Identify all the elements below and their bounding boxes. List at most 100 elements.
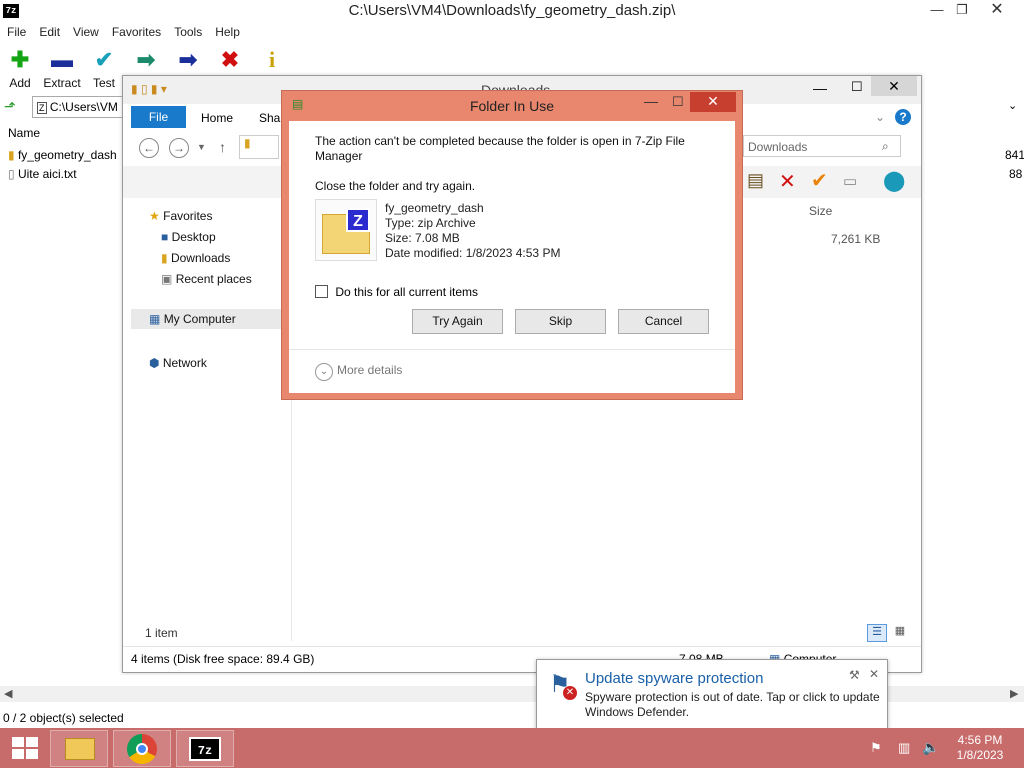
details-view-icon[interactable]: ☰ <box>867 624 887 642</box>
explorer-close-button[interactable]: ✕ <box>871 76 917 96</box>
path-text: C:\Users\VM <box>49 100 118 114</box>
list-item[interactable]: ▮ fy_geometry_dash <box>8 146 117 164</box>
extract-icon: ▬ <box>51 47 73 72</box>
nav-computer[interactable]: ▦ My Computer <box>131 309 281 329</box>
paste-icon[interactable]: ▤ <box>747 170 764 191</box>
network-icon: ⬢ <box>149 356 160 370</box>
nav-recent-label: Recent places <box>175 272 252 286</box>
more-details-toggle[interactable]: ⌄ More details <box>315 363 402 381</box>
up-icon[interactable]: ↑ <box>219 139 226 155</box>
scroll-left-icon[interactable]: ◀ <box>4 687 12 700</box>
column-name[interactable]: Name <box>8 126 40 140</box>
add-icon: ✚ <box>10 47 30 72</box>
toast-close-icon[interactable]: ✕ <box>869 667 879 681</box>
recent-dropdown-icon[interactable]: ▼ <box>197 142 206 152</box>
up-folder-icon[interactable]: ⬏ <box>4 98 16 115</box>
tab-home[interactable]: Home <box>201 111 233 125</box>
file-name: Uite aici.txt <box>17 167 77 181</box>
scroll-right-icon[interactable]: ▶ <box>1010 687 1018 700</box>
explorer-address-bar[interactable]: ▮ <box>239 135 279 159</box>
quick-access-icons[interactable]: ▮ ▯ ▮ ▾ <box>131 82 167 96</box>
menu-favorites[interactable]: Favorites <box>105 22 167 39</box>
delete-icon[interactable]: ✕ <box>779 169 796 194</box>
archive-badge-icon: Z <box>346 208 370 232</box>
windows-logo-icon <box>12 749 24 759</box>
apply-all-option[interactable]: Do this for all current items <box>315 285 478 299</box>
taskbar-7zip-button[interactable]: 7z <box>176 730 234 767</box>
dialog-close-button[interactable]: ✕ <box>690 92 736 112</box>
dialog-maximize-button[interactable]: ☐ <box>672 94 684 110</box>
defender-toast[interactable]: ⚑ ✕ Update spyware protection ⚒ ✕ Spywar… <box>536 659 888 729</box>
downloads-folder-icon: ▮ <box>161 251 168 265</box>
column-size[interactable]: Size <box>809 204 832 218</box>
help-icon[interactable]: ? <box>895 109 911 125</box>
search-box[interactable]: Downloads ⌕ <box>743 135 901 157</box>
menu-edit[interactable]: Edit <box>32 22 66 39</box>
cancel-button[interactable]: Cancel <box>618 309 709 334</box>
computer-icon: ▦ <box>149 312 161 326</box>
windows-logo-icon <box>26 737 38 747</box>
nav-desktop[interactable]: ■ Desktop <box>161 230 216 244</box>
extract-button[interactable]: ▬ Extract <box>42 44 82 90</box>
taskbar-chrome-button[interactable] <box>113 730 171 767</box>
taskbar-explorer-button[interactable] <box>50 730 108 767</box>
explorer-minimize-button[interactable]: — <box>813 80 827 96</box>
dialog-minimize-button[interactable]: — <box>644 93 658 109</box>
zip-file-icon: Z <box>37 102 47 114</box>
7zip-app-icon: 7z <box>3 4 19 18</box>
clock[interactable]: 4:56 PM 1/8/2023 <box>950 733 1010 763</box>
list-item[interactable]: ▯ Uite aici.txt <box>8 165 77 183</box>
star-icon: ★ <box>149 209 160 223</box>
file-size: Size: 7.08 MB <box>385 231 460 245</box>
apply-all-checkbox[interactable] <box>315 285 328 298</box>
toast-settings-icon[interactable]: ⚒ <box>849 668 860 682</box>
nav-downloads[interactable]: ▮ Downloads <box>161 251 230 265</box>
skip-button[interactable]: Skip <box>515 309 606 334</box>
copy-button[interactable]: ➡ <box>126 44 166 76</box>
try-again-button[interactable]: Try Again <box>412 309 503 334</box>
close-button[interactable]: ✕ <box>982 0 1012 22</box>
action-center-icon[interactable]: ⚑ <box>870 740 882 756</box>
error-badge-icon: ✕ <box>563 686 577 700</box>
info-icon: i <box>268 47 276 72</box>
nav-desktop-label: Desktop <box>171 230 216 244</box>
delete-icon: ✖ <box>220 47 240 72</box>
move-button[interactable]: ➡ <box>168 44 208 76</box>
start-button[interactable] <box>12 737 38 759</box>
checkmark-icon[interactable]: ✔ <box>811 168 828 193</box>
network-tray-icon[interactable]: ▥ <box>898 740 910 756</box>
path-input[interactable]: Z C:\Users\VM <box>32 96 132 118</box>
forward-icon[interactable]: → <box>169 138 189 158</box>
add-button[interactable]: ✚ Add <box>0 44 40 90</box>
nav-favorites[interactable]: ★ Favorites <box>149 209 212 223</box>
delete-button[interactable]: ✖ <box>210 44 250 76</box>
path-dropdown-icon[interactable]: ⌄ <box>1008 99 1017 112</box>
nav-recent[interactable]: ▣ Recent places <box>161 272 252 286</box>
menu-file[interactable]: File <box>0 22 32 39</box>
info-button[interactable]: i <box>252 44 292 76</box>
volume-icon[interactable]: 🔈 <box>922 739 939 756</box>
menu-view[interactable]: View <box>66 22 105 39</box>
properties-icon[interactable]: ▭ <box>843 172 857 190</box>
toast-title: Update spyware protection <box>585 670 764 687</box>
explorer-maximize-button[interactable]: ☐ <box>851 79 863 95</box>
nav-network-label: Network <box>162 356 207 370</box>
test-button[interactable]: ✔ Test <box>84 44 124 90</box>
search-placeholder: Downloads <box>748 140 808 154</box>
tiles-view-icon[interactable]: ▦ <box>891 624 909 642</box>
search-icon: ⌕ <box>882 139 889 153</box>
folder-icon: ▮ <box>244 136 251 150</box>
menu-tools[interactable]: Tools <box>167 22 208 39</box>
shell-icon[interactable]: ⬤ <box>883 168 905 193</box>
file-date: Date modified: 1/8/2023 4:53 PM <box>385 246 561 260</box>
dialog-body: The action can't be completed because th… <box>289 121 735 393</box>
menu-help[interactable]: Help <box>208 22 246 39</box>
nav-network[interactable]: ⬢ Network <box>149 356 207 370</box>
windows-logo-icon <box>26 749 38 759</box>
expand-ribbon-icon[interactable]: ⌄ <box>875 110 885 124</box>
text-file-icon: ▯ <box>8 167 15 181</box>
back-icon[interactable]: ← <box>139 138 159 158</box>
maximize-button[interactable]: ❐ <box>947 0 977 22</box>
more-details-label: More details <box>337 363 403 377</box>
tab-file[interactable]: File <box>131 106 186 128</box>
